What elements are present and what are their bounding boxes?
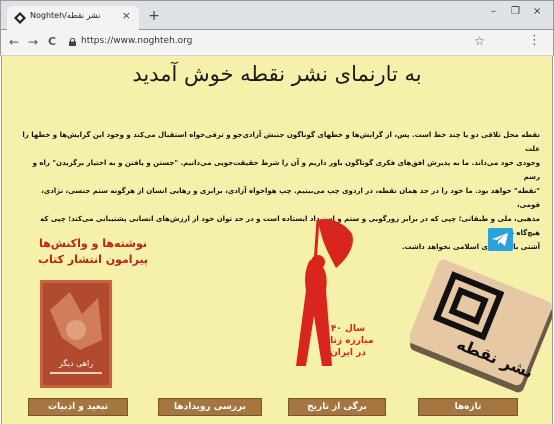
- book-section[interactable]: نوشته‌ها و واکنش‌ها پیرامون انتشار کتاب …: [28, 236, 158, 396]
- intro-line: "نقطه" خواهد بود. ما خود را در حد همان ن…: [41, 187, 540, 209]
- book-cover-title: راهی دیگر: [58, 358, 93, 368]
- noghteh-logo[interactable]: نشر نقطه: [410, 256, 552, 396]
- browser-tab[interactable]: Noghteh/نشر نقطه ×: [7, 6, 139, 31]
- browser-tab-bar: Noghteh/نشر نقطه × + – ❐ ×: [0, 0, 554, 31]
- maximize-icon[interactable]: ❐: [511, 6, 520, 17]
- new-tab-button[interactable]: +: [146, 9, 162, 25]
- forward-button[interactable]: →: [28, 35, 38, 49]
- tab-close-icon[interactable]: ×: [122, 9, 131, 23]
- nav-news-button[interactable]: تازه‌ها: [418, 398, 518, 416]
- intro-line: نقطه محل تلاقی دو یا چند خط است. پس، از …: [22, 131, 540, 153]
- browser-toolbar: ← → C https://www.noghteh.org ☆ ⋮: [0, 30, 554, 56]
- minimize-icon[interactable]: –: [491, 6, 496, 17]
- lock-icon: [69, 38, 76, 46]
- tab-title: Noghteh/نشر نقطه: [30, 11, 101, 20]
- browser-menu-icon[interactable]: ⋮: [528, 33, 541, 48]
- poster-text-line: ۴۰ سال: [331, 324, 365, 334]
- book-heading[interactable]: نوشته‌ها و واکنش‌ها پیرامون انتشار کتاب: [28, 236, 158, 268]
- nav-events-review-button[interactable]: بررسی رویدادها: [158, 398, 262, 416]
- reload-button[interactable]: C: [48, 35, 56, 49]
- poster-text-line: در ایران: [330, 348, 366, 358]
- intro-line: وجودی خود می‌داند. ما به پذیرش افق‌های ف…: [32, 159, 540, 181]
- nav-history-button[interactable]: برگی از تاریخ: [288, 398, 386, 416]
- address-bar[interactable]: https://www.noghteh.org: [81, 36, 192, 46]
- bookmark-star-icon[interactable]: ☆: [474, 34, 485, 48]
- section-nav: تبعید و ادبیات بررسی رویدادها برگی از تا…: [2, 396, 552, 424]
- back-button[interactable]: ←: [9, 35, 19, 49]
- site-favicon-icon: [14, 12, 26, 24]
- page-title: به تارنمای نشر نقطه خوش آمدید: [132, 62, 422, 86]
- book-cover-image[interactable]: راهی دیگر: [40, 280, 112, 388]
- poster-text-line: مبارزه زنان: [322, 336, 373, 346]
- nav-exile-literature-button[interactable]: تبعید و ادبیات: [28, 398, 128, 416]
- page-content: به تارنمای نشر نقطه خوش آمدید نقطه محل ت…: [1, 56, 553, 424]
- window-close-icon[interactable]: ×: [533, 6, 541, 17]
- womens-struggle-poster[interactable]: ۴۰ سال مبارزه زنان در ایران: [260, 216, 376, 376]
- telegram-icon[interactable]: [488, 228, 513, 251]
